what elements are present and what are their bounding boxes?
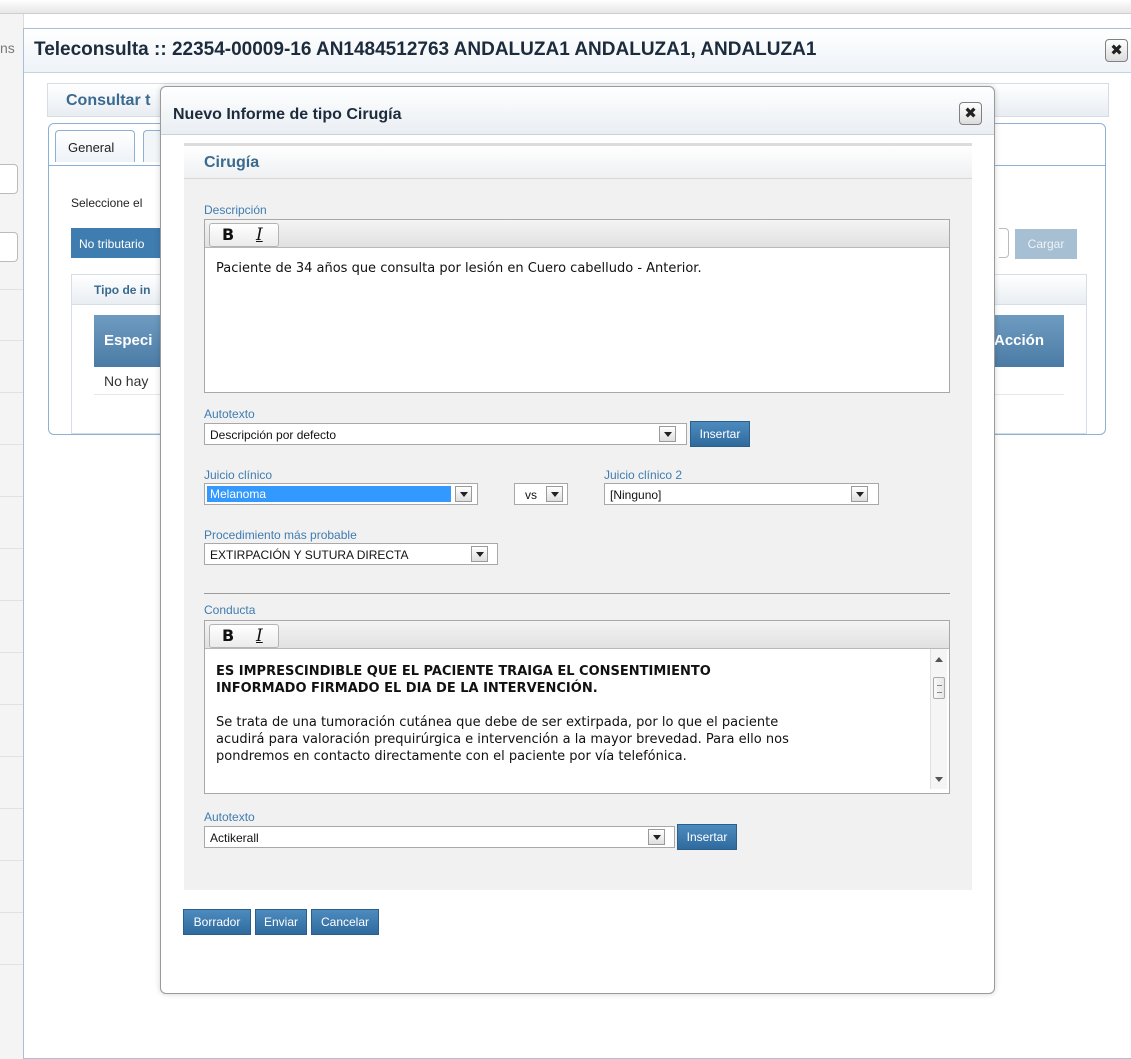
cirugia-panel: Cirugía Descripción B I Paciente de 34 a… <box>184 143 972 890</box>
background-left-panel: ns <box>0 14 24 1059</box>
autotexto-select[interactable]: Actikerall <box>204 826 675 848</box>
background-row-divider <box>0 548 23 549</box>
section-title: Cirugía <box>204 154 260 171</box>
autotexto-select[interactable]: Descripción por defecto <box>204 423 687 445</box>
juicio-clinico-label: Juicio clínico <box>204 468 273 482</box>
background-row-divider <box>0 444 23 445</box>
juicio-clinico-select[interactable]: Melanoma <box>204 483 478 505</box>
dialog-header: Nuevo Informe de tipo Cirugía ✖ <box>161 87 994 135</box>
conducta-bold-line: INFORMADO FIRMADO EL DIA DE LA INTERVENC… <box>216 681 598 696</box>
scroll-up-icon[interactable] <box>935 657 943 662</box>
app-top-bar <box>0 0 1131 14</box>
autotexto-value: Descripción por defecto <box>210 428 337 442</box>
background-row-divider <box>0 340 23 341</box>
background-input <box>0 164 18 194</box>
seleccione-label: Seleccione el <box>71 196 143 210</box>
borrador-button[interactable]: Borrador <box>183 909 251 935</box>
window-header: Teleconsulta :: 22354-00009-16 AN1484512… <box>24 29 1131 73</box>
background-row-divider <box>0 964 23 965</box>
procedimiento-value: EXTIRPACIÓN Y SUTURA DIRECTA <box>210 548 409 562</box>
background-row-divider <box>0 912 23 913</box>
section-header: Cirugía <box>184 143 972 179</box>
italic-button[interactable]: I <box>256 626 263 646</box>
format-button-group: B I <box>209 223 279 247</box>
conducta-text-line: Se trata de una tumoración cutánea que d… <box>216 715 779 730</box>
background-text-fragment: ns <box>0 40 15 56</box>
chevron-down-icon[interactable] <box>546 486 563 502</box>
background-select <box>0 232 18 262</box>
insertar-button[interactable]: Insertar <box>677 824 737 850</box>
juicio-clinico-2-label: Juicio clínico 2 <box>604 468 683 482</box>
autotexto-value: Actikerall <box>210 831 259 845</box>
background-row-divider <box>0 289 23 290</box>
nuevo-informe-dialog: Nuevo Informe de tipo Cirugía ✖ Cirugía … <box>160 86 995 994</box>
enviar-button[interactable]: Enviar <box>255 909 307 935</box>
editor-scrollbar[interactable] <box>930 649 947 789</box>
conducta-bold-line: ES IMPRESCINDIBLE QUE EL PACIENTE TRAIGA… <box>216 664 711 679</box>
bold-button[interactable]: B <box>222 225 234 244</box>
editor-toolbar: B I <box>205 220 949 248</box>
conducta-label: Conducta <box>204 603 256 617</box>
background-row-divider <box>0 496 23 497</box>
vs-value: vs <box>525 488 537 502</box>
chevron-down-icon[interactable] <box>455 486 472 502</box>
close-icon[interactable]: ✖ <box>1105 39 1128 62</box>
chevron-down-icon[interactable] <box>851 486 868 502</box>
background-row-divider <box>0 392 23 393</box>
bold-button[interactable]: B <box>222 626 234 645</box>
scrollbar-thumb[interactable] <box>933 677 945 699</box>
procedimiento-select[interactable]: EXTIRPACIÓN Y SUTURA DIRECTA <box>204 543 498 565</box>
autotexto-label: Autotexto <box>204 407 255 421</box>
background-row-divider <box>0 860 23 861</box>
dialog-close-icon[interactable]: ✖ <box>959 102 982 125</box>
empty-table-text: No hay <box>104 373 149 389</box>
chevron-down-icon[interactable] <box>471 546 488 562</box>
dialog-title: Nuevo Informe de tipo Cirugía <box>173 106 402 123</box>
chevron-down-icon[interactable] <box>648 829 665 845</box>
vs-select[interactable]: vs <box>514 483 568 505</box>
descripcion-editor[interactable]: B I Paciente de 34 años que consulta por… <box>204 219 950 393</box>
background-row-divider <box>0 808 23 809</box>
background-row-divider <box>0 652 23 653</box>
insertar-button[interactable]: Insertar <box>690 421 750 447</box>
section-divider <box>204 593 950 594</box>
juicio-clinico-2-value: [Ninguno] <box>610 488 662 502</box>
conducta-text-line: pondremos en contacto directamente con e… <box>216 749 687 764</box>
cargar-button[interactable]: Cargar <box>1015 229 1077 259</box>
conducta-text-line: acudirá para valoración prequirúrgica e … <box>216 732 789 747</box>
chevron-down-icon[interactable] <box>659 426 676 442</box>
background-row-divider <box>0 756 23 757</box>
procedimiento-label: Procedimiento más probable <box>204 528 357 542</box>
italic-button[interactable]: I <box>256 225 263 245</box>
descripcion-text[interactable]: Paciente de 34 años que consulta por les… <box>216 260 702 277</box>
conducta-editor[interactable]: B I ES IMPRESCINDIBLE QUE EL PACIENTE TR… <box>204 620 950 794</box>
column-header-accion: Acción <box>993 332 1044 349</box>
tipo-informe-select[interactable]: No tributario <box>71 228 171 258</box>
descripcion-label: Descripción <box>204 203 267 217</box>
tab-general[interactable]: General <box>55 130 135 162</box>
consultar-title: Consultar t <box>66 92 151 109</box>
cargar-input[interactable] <box>999 228 1009 258</box>
tipo-informe-label: Tipo de in <box>94 283 151 297</box>
column-header-especialidad: Especi <box>104 332 153 349</box>
background-row-divider <box>0 704 23 705</box>
autotexto-label: Autotexto <box>204 810 255 824</box>
format-button-group: B I <box>209 624 279 648</box>
scroll-down-icon[interactable] <box>935 777 943 782</box>
cancelar-button[interactable]: Cancelar <box>311 909 379 935</box>
editor-toolbar: B I <box>205 621 949 649</box>
window-title: Teleconsulta :: 22354-00009-16 AN1484512… <box>34 39 817 60</box>
juicio-clinico-2-select[interactable]: [Ninguno] <box>604 483 879 505</box>
background-row-divider <box>0 600 23 601</box>
juicio-clinico-value: Melanoma <box>210 487 267 501</box>
